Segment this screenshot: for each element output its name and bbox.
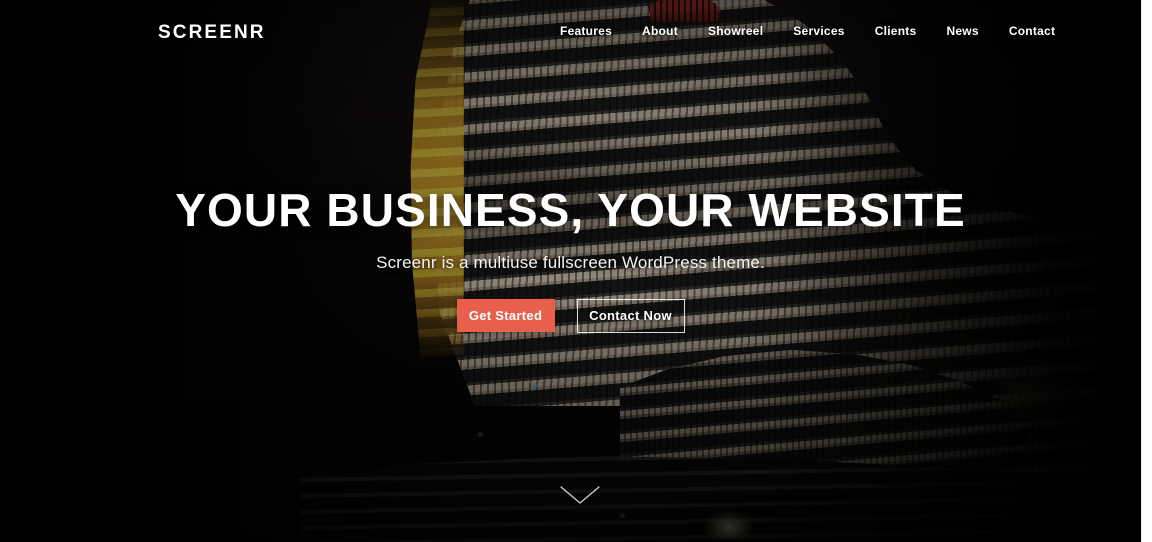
- contact-now-button[interactable]: Contact Now: [576, 299, 685, 333]
- page-root: SCREENR Features About Showreel Services…: [0, 0, 1152, 542]
- lit-window-dot: [945, 405, 950, 410]
- hero-cta-group: Get Started Contact Now: [0, 299, 1141, 333]
- lit-window-dot: [531, 383, 538, 389]
- chevron-down-icon: [560, 486, 600, 504]
- nav-item-about[interactable]: About: [642, 24, 678, 39]
- scroll-down-button[interactable]: [558, 484, 602, 506]
- lobby-light: [706, 512, 752, 538]
- vertical-scrollbar[interactable]: [1141, 0, 1152, 542]
- nav-item-clients[interactable]: Clients: [875, 24, 917, 39]
- hero-background-image: [0, 0, 1141, 542]
- nav-item-features[interactable]: Features: [560, 24, 612, 39]
- lit-window-dot: [1028, 435, 1033, 440]
- nav-item-news[interactable]: News: [946, 24, 978, 39]
- site-header: SCREENR Features About Showreel Services…: [0, 0, 1141, 64]
- get-started-button[interactable]: Get Started: [456, 299, 555, 332]
- nav-item-showreel[interactable]: Showreel: [708, 24, 763, 39]
- nav-item-contact[interactable]: Contact: [1009, 24, 1055, 39]
- nav-item-services[interactable]: Services: [793, 24, 844, 39]
- lit-window-dot: [478, 432, 483, 437]
- browser-viewport: SCREENR Features About Showreel Services…: [0, 0, 1141, 542]
- site-logo[interactable]: SCREENR: [158, 22, 266, 44]
- main-navigation: Features About Showreel Services Clients…: [560, 24, 1055, 39]
- lit-window-dot: [620, 513, 625, 518]
- wing-warm-light: [1000, 362, 1086, 426]
